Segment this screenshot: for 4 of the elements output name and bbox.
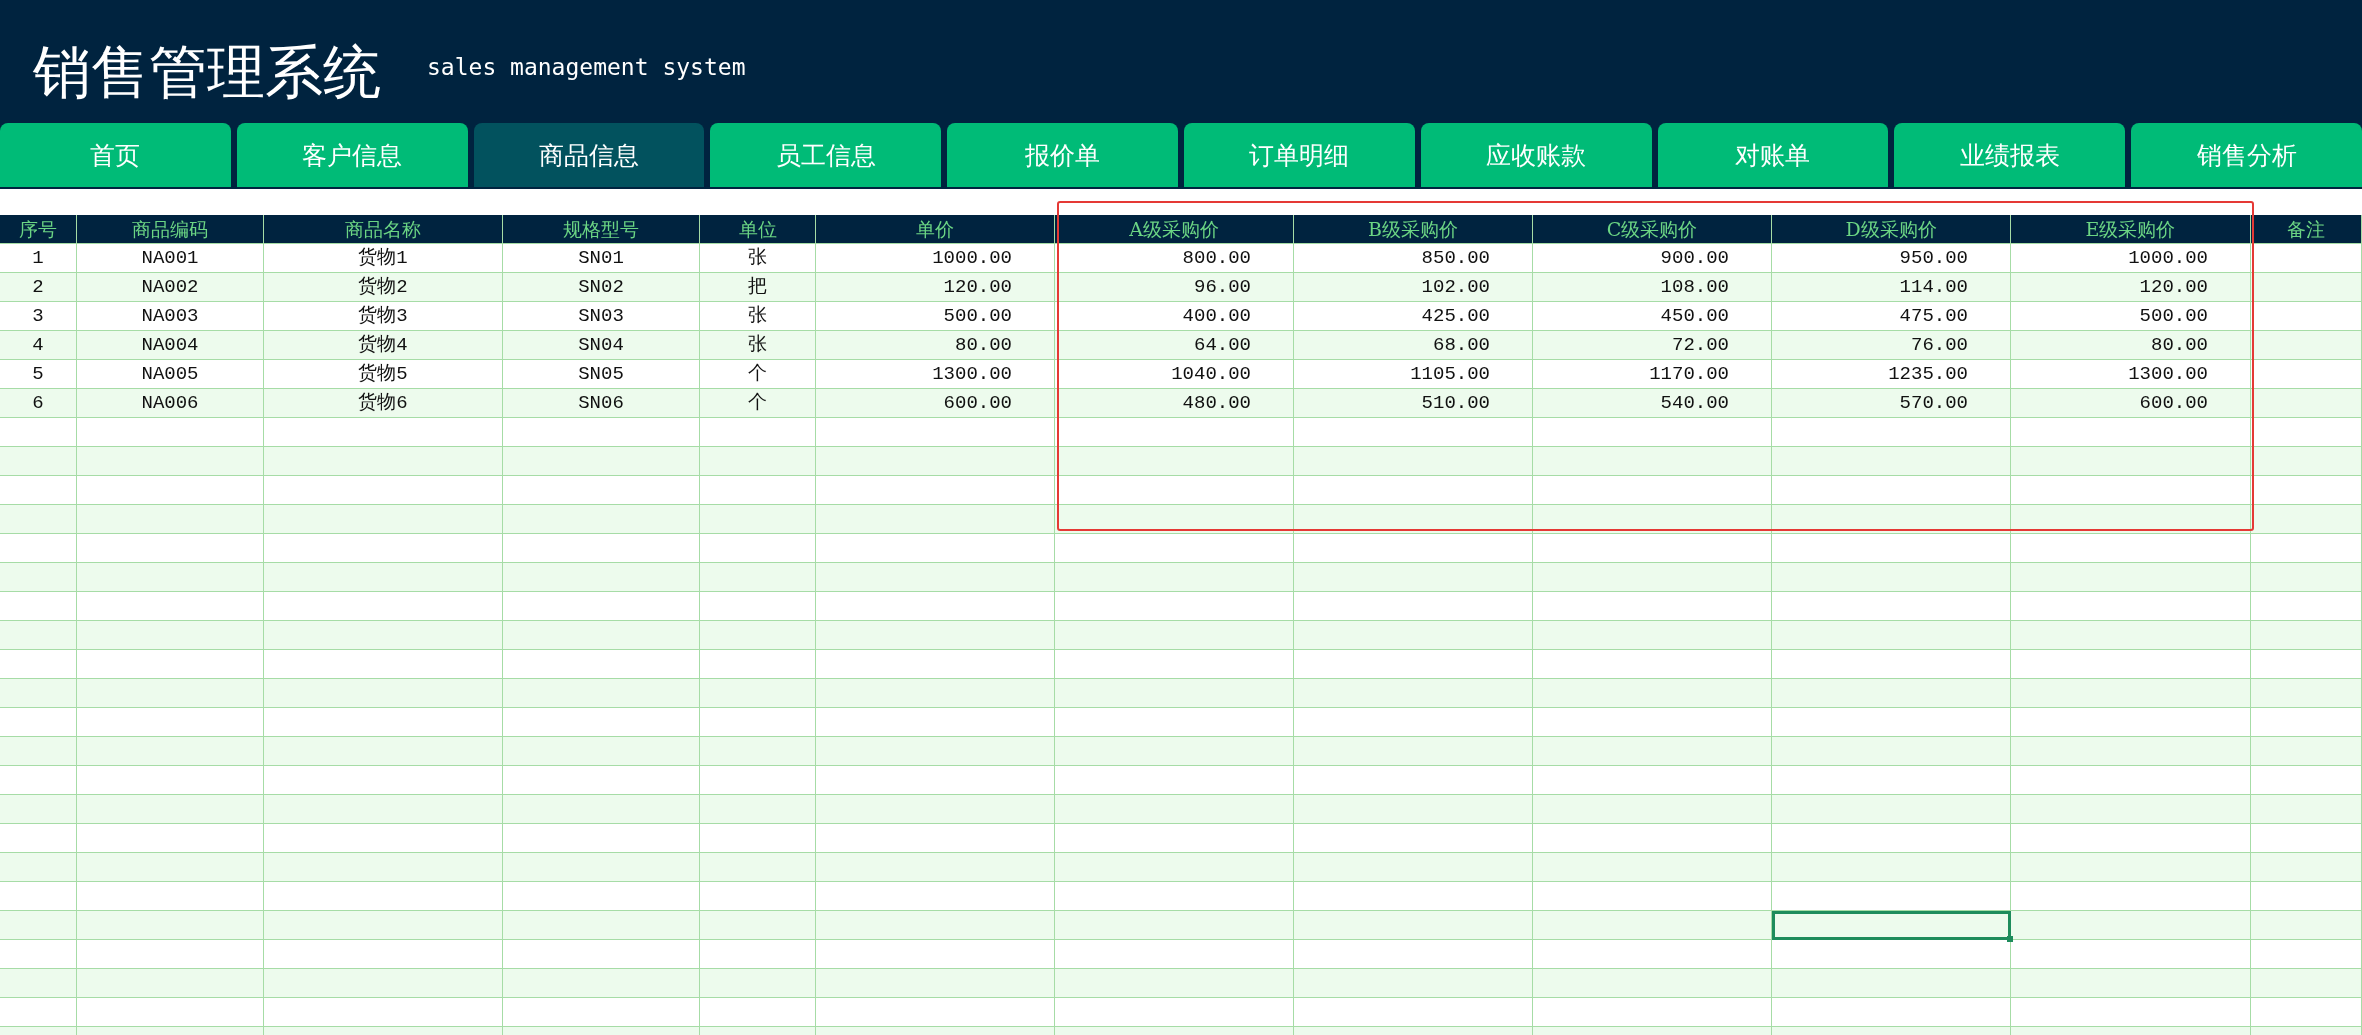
app-title: 销售管理系统 <box>33 36 381 105</box>
app-subtitle: sales management system <box>427 52 746 80</box>
selected-cell[interactable] <box>1772 911 2011 940</box>
nav-tab[interactable]: 商品信息 <box>473 123 705 187</box>
